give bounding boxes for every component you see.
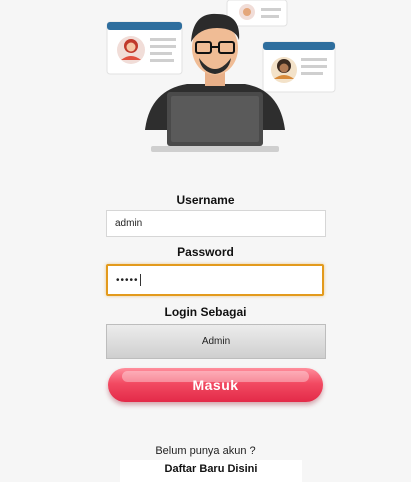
text-caret (139, 274, 141, 286)
login-screen: Username admin Password ••••• Login Seba… (0, 0, 411, 482)
username-input[interactable]: admin (106, 210, 326, 237)
register-question: Belum punya akun ? (155, 445, 256, 457)
login-role-value: Admin (201, 336, 231, 347)
password-label: Password (177, 245, 234, 259)
register-link[interactable]: Daftar Baru Disini (120, 460, 302, 482)
username-label: Username (176, 193, 235, 207)
login-role-select[interactable]: Admin (106, 324, 326, 359)
username-value: admin (115, 218, 143, 229)
password-value: ••••• (116, 274, 139, 286)
profile-card-icon (106, 21, 183, 75)
profile-card-icon (262, 41, 336, 93)
profile-card-icon (226, 0, 288, 27)
laptop-icon (151, 92, 279, 152)
login-button[interactable]: Masuk (108, 368, 323, 402)
password-input[interactable]: ••••• (106, 264, 324, 296)
user-laptop-illustration (106, 0, 336, 152)
login-role-label: Login Sebagai (164, 305, 247, 319)
login-button-label: Masuk (192, 377, 239, 393)
